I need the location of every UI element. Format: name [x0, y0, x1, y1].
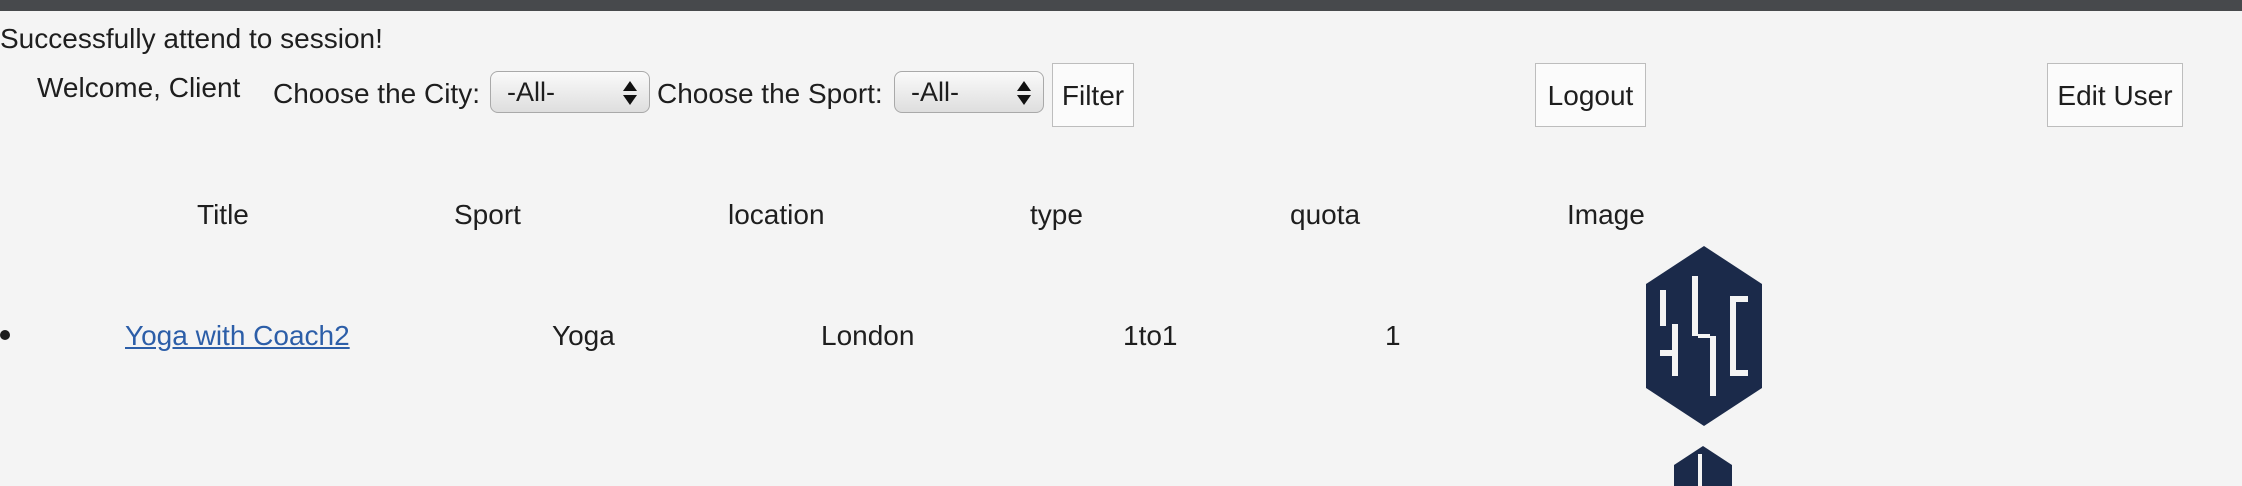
logout-button[interactable]: Logout: [1535, 63, 1646, 127]
session-sport: Yoga: [552, 320, 615, 351]
welcome-text: Welcome, Client: [37, 72, 241, 103]
column-header-sport: Sport: [454, 199, 521, 230]
status-message: Successfully attend to session!: [0, 23, 383, 54]
list-bullet: [0, 330, 10, 340]
ssc-logo-image: [1646, 246, 1762, 426]
session-quota: 1: [1385, 320, 1401, 351]
column-header-title: Title: [197, 199, 249, 230]
edit-user-button[interactable]: Edit User: [2047, 63, 2183, 127]
column-header-quota: quota: [1290, 199, 1361, 230]
select-arrows-icon: [623, 79, 637, 107]
column-header-type: type: [1030, 199, 1083, 230]
sport-select[interactable]: -All-: [894, 71, 1044, 113]
session-type: 1to1: [1123, 320, 1178, 351]
filter-button[interactable]: Filter: [1052, 63, 1134, 127]
sport-select-value: -All-: [911, 77, 959, 107]
session-title-link[interactable]: Yoga with Coach2: [125, 319, 350, 353]
ssc-logo-image-partial: [1674, 446, 1732, 486]
city-label: Choose the City:: [273, 78, 480, 109]
column-header-image: Image: [1567, 199, 1645, 230]
city-select-value: -All-: [507, 77, 555, 107]
city-select[interactable]: -All-: [490, 71, 650, 113]
column-header-location: location: [728, 199, 825, 230]
select-arrows-icon: [1017, 79, 1031, 107]
session-location: London: [821, 320, 915, 351]
sport-label: Choose the Sport:: [657, 78, 883, 109]
top-bar: [0, 0, 2242, 11]
